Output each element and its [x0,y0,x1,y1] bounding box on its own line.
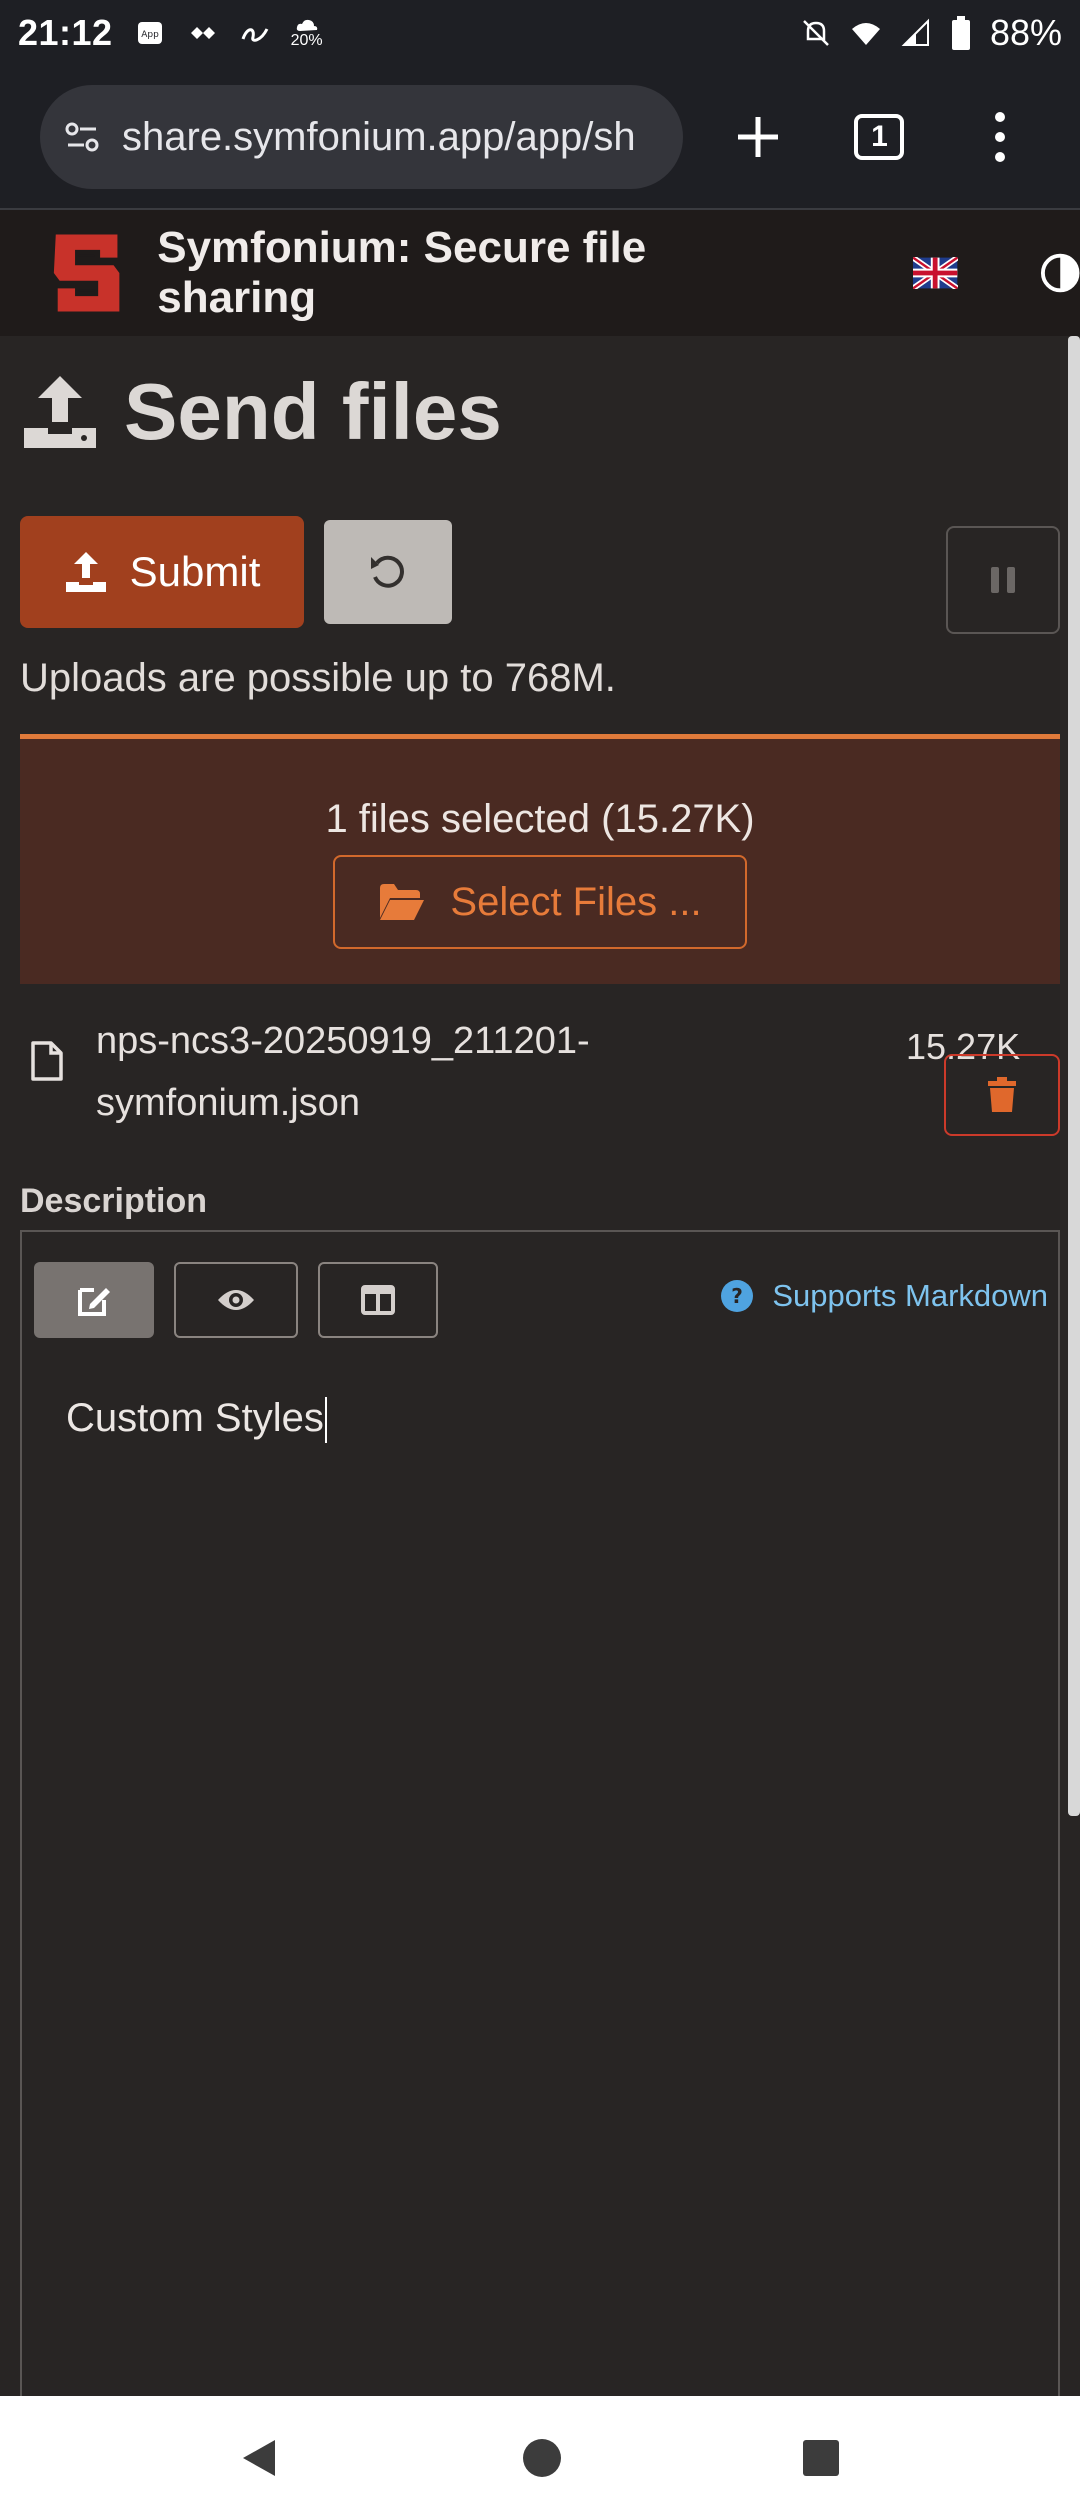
page-title-text: Send files [124,367,502,456]
select-files-label: Select Files ... [450,879,702,924]
description-label: Description [20,1182,208,1220]
upload-icon [65,552,106,592]
wifi-icon [851,23,880,45]
recents-icon[interactable] [801,2438,841,2478]
link-icon [241,28,268,42]
app-header: Symfonium: Secure file sharing [0,210,1080,336]
mute-icon [803,20,829,46]
trash-icon [988,1077,1016,1112]
upload-limit-note: Uploads are possible up to 768M. [20,656,616,700]
preview-mode-button[interactable] [174,1262,298,1338]
main-content: Send files Submit Uploads are possible u… [0,336,1068,2410]
app-notification-icon: App [137,22,162,44]
selected-files-count: 1 files selected (15.27K) [325,797,755,841]
pause-button[interactable] [946,526,1060,634]
symfonium-logo[interactable] [50,229,123,317]
address-bar[interactable]: share.symfonium.app/app/sh [40,85,683,189]
app-title: Symfonium: Secure file sharing [157,223,647,322]
tidal-icon [190,27,215,39]
page-title: Send files [20,366,502,458]
status-time: 21:12 [18,12,113,53]
markdown-hint-text: Supports Markdown [772,1278,1048,1313]
help-icon: ? [721,1280,754,1312]
status-bar: 21:12 App 20% 88% [0,0,1080,66]
markdown-help-link[interactable]: ? Supports Markdown [720,1278,1048,1314]
description-textarea[interactable]: Custom Styles [66,1396,327,1444]
edit-icon [78,1288,110,1316]
new-tab-button[interactable] [719,97,798,177]
site-settings-icon[interactable] [62,117,102,157]
file-list-item: nps-ncs3-20250919_211201-symfonium.json … [20,1004,1060,1136]
tab-switcher-button[interactable]: 1 [840,97,919,177]
tab-count: 1 [854,114,905,160]
weather-label: 20% [290,32,323,49]
file-name: nps-ncs3-20250919_211201-symfonium.json [96,1020,590,1124]
text-caret [324,1397,327,1444]
system-nav-bar [0,2396,1080,2520]
file-icon [31,1041,63,1081]
svg-text:?: ? [732,1284,744,1308]
weather-indicator: 20% [291,17,323,49]
home-icon[interactable] [521,2437,563,2479]
columns-icon [361,1285,395,1315]
pause-icon [991,567,1015,593]
browser-menu-button[interactable] [961,97,1040,177]
edit-mode-button[interactable] [34,1262,154,1338]
svg-text:App: App [141,30,159,40]
description-value: Custom Styles [66,1396,324,1440]
select-files-button[interactable]: Select Files ... [333,855,747,949]
more-vert-icon [995,112,1006,162]
battery-percent: 88% [989,12,1062,53]
page-scrollbar[interactable] [1068,336,1080,1816]
folder-open-icon [380,884,425,920]
split-mode-button[interactable] [318,1262,438,1338]
back-icon[interactable] [239,2436,283,2480]
theme-toggle-icon[interactable] [1040,252,1080,294]
submit-label: Submit [129,548,261,595]
battery-icon [951,16,970,50]
file-dropzone[interactable]: 1 files selected (15.27K) Select Files .… [20,734,1060,984]
submit-button[interactable]: Submit [20,516,304,628]
notification-icons: App 20% [135,17,323,49]
plus-icon [738,117,779,157]
delete-file-button[interactable] [944,1054,1060,1136]
description-editor[interactable]: ? Supports Markdown Custom Styles [20,1230,1060,2410]
upload-icon [24,376,96,448]
system-icons: 88% [800,12,1062,54]
eye-icon [218,1290,254,1310]
undo-icon [371,555,404,588]
signal-icon [901,18,929,46]
uk-flag-icon[interactable] [913,257,958,289]
reset-button[interactable] [324,520,452,624]
url-text[interactable]: share.symfonium.app/app/sh [122,115,636,160]
weather-icon [296,19,317,31]
browser-toolbar: share.symfonium.app/app/sh 1 [0,66,1080,210]
